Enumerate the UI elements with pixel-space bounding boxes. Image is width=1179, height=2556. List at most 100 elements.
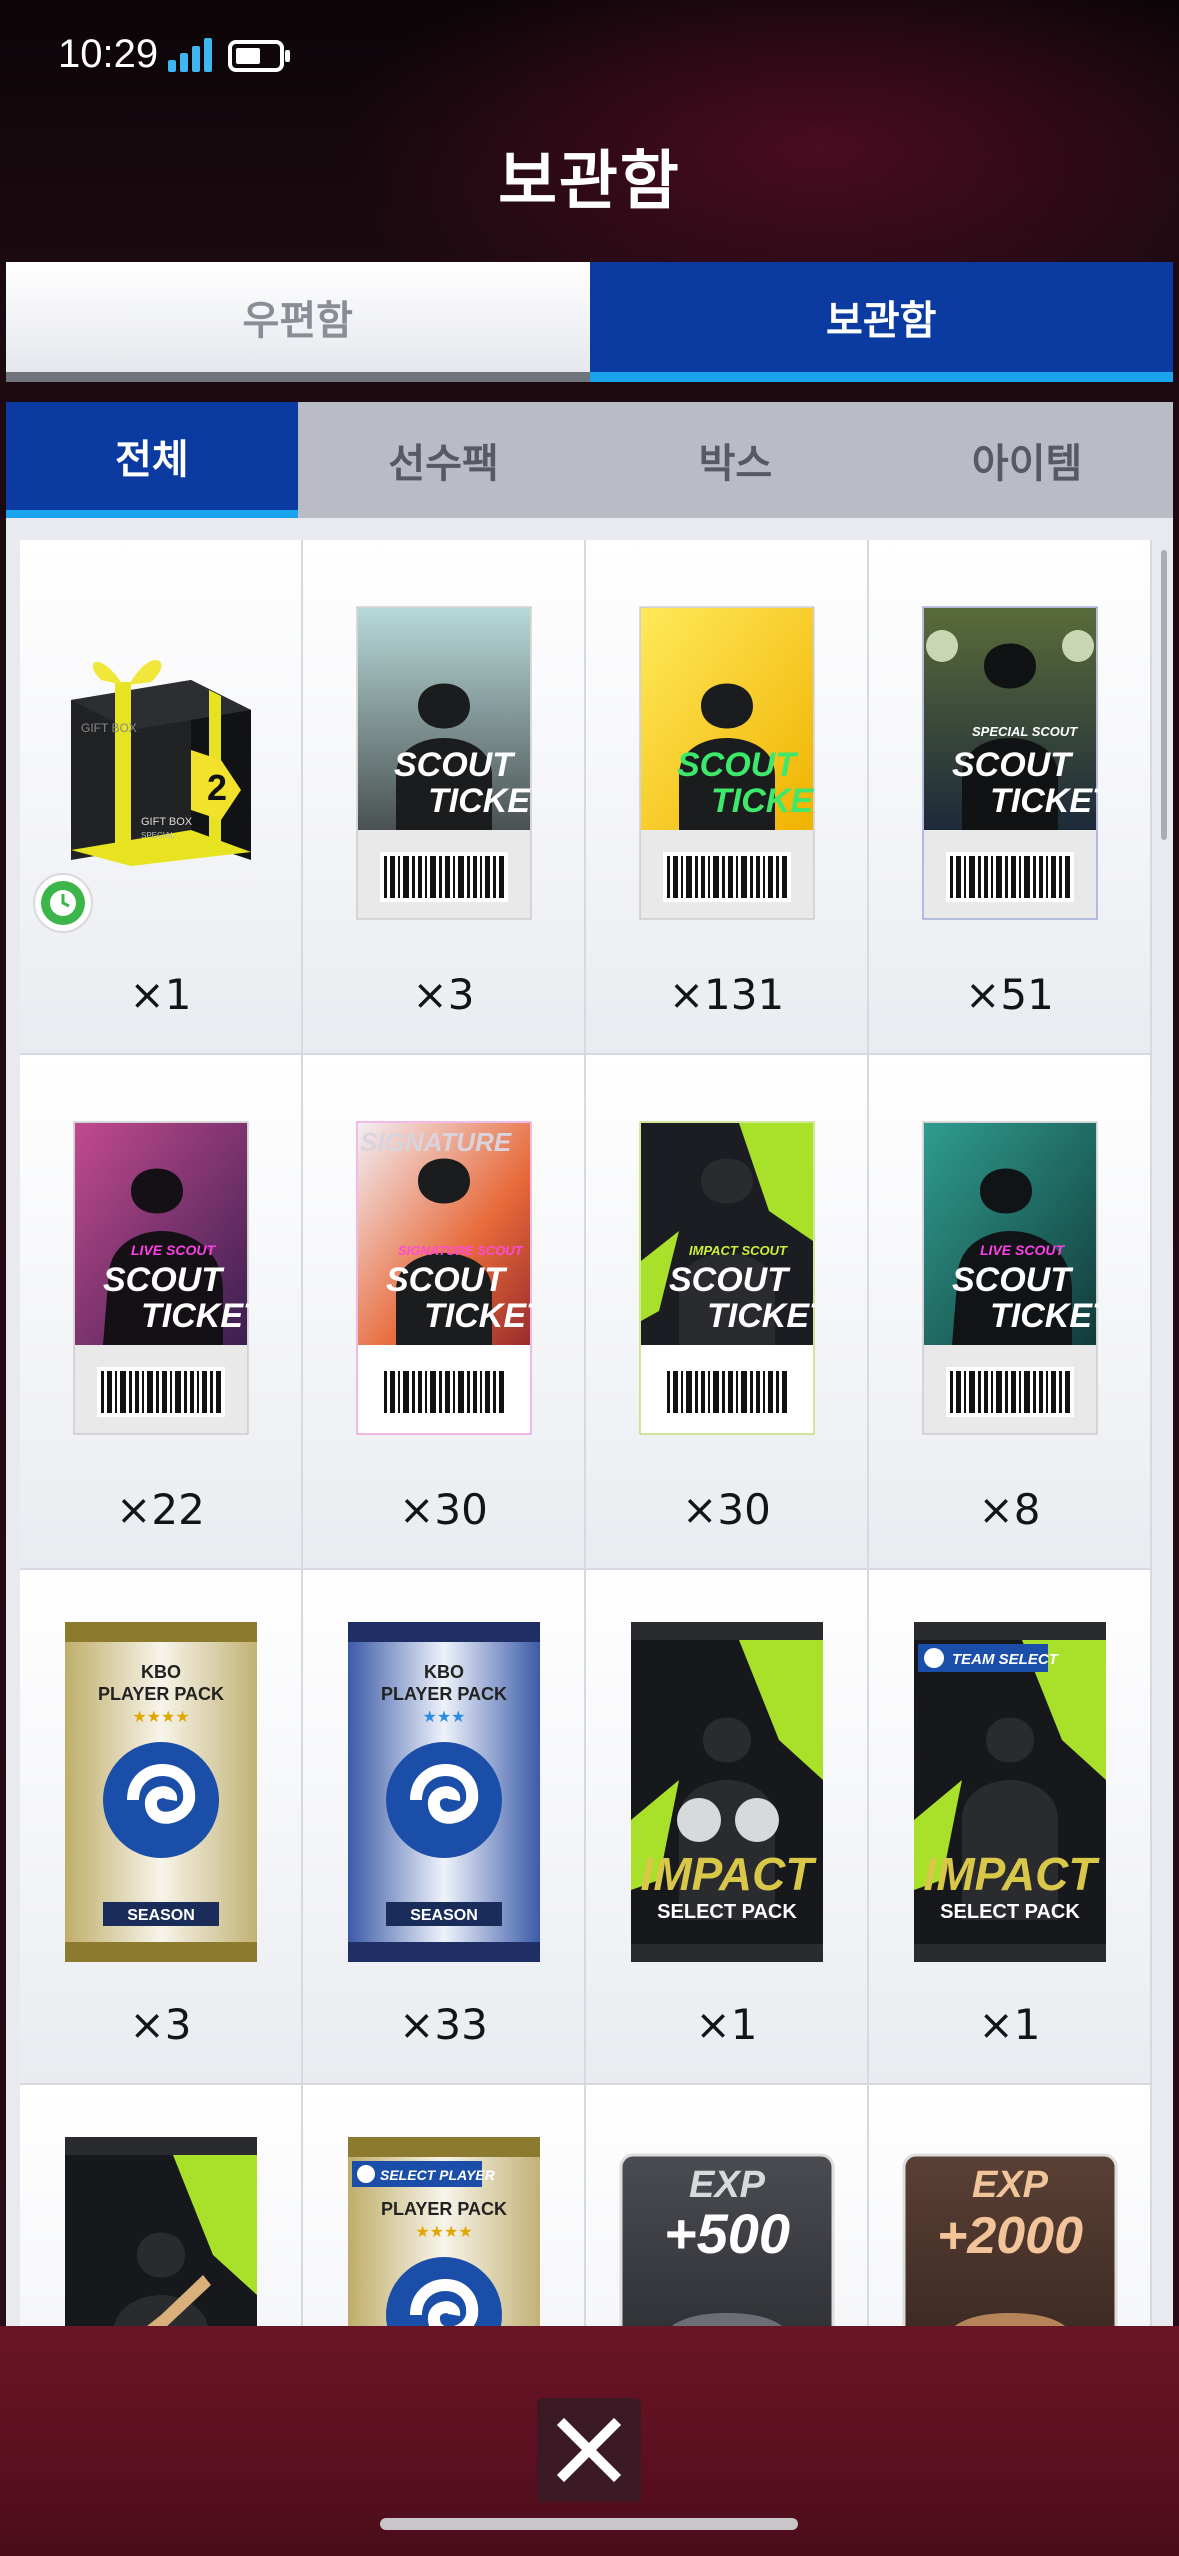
sub-tab-box[interactable]: 박스 — [590, 402, 882, 518]
svg-text:+2000: +2000 — [936, 2207, 1082, 2265]
close-icon — [556, 2417, 622, 2483]
svg-text:EXP: EXP — [688, 2164, 765, 2206]
scout-ticket-image: LIVE SCOUT SCOUT TICKET — [922, 1121, 1098, 1435]
player-pack-image: SELECT PLAYER PLAYER PACK ★★★★ — [346, 2135, 542, 2326]
item-cell[interactable]: EXP +500 — [586, 2085, 867, 2326]
item-cell[interactable]: KBO PLAYER PACK ★★★★ SEASON ×3 — [20, 1570, 301, 2083]
item-quantity: ×1 — [129, 970, 192, 1019]
scout-ticket-image: SCOUT TICKET — [639, 606, 815, 920]
sub-tab-all[interactable]: 전체 — [6, 402, 298, 518]
impact-pack-image: IMPACT SELECT PACK — [629, 1620, 825, 1964]
svg-text:SIGNATURE SCOUT: SIGNATURE SCOUT — [398, 1243, 524, 1258]
player-pack-image: KBO PLAYER PACK ★★★★ SEASON — [63, 1620, 259, 1964]
svg-text:SCOUT: SCOUT — [103, 1261, 225, 1299]
signal-icon — [168, 38, 212, 72]
storage-panel: 전체 선수팩 박스 아이템 2 GIFT BOX GIFT BOX SPECIA… — [6, 402, 1173, 2326]
item-cell[interactable]: LIVE SCOUT SCOUT TICKET ×8 — [869, 1055, 1150, 1568]
player-pack-image: KBO PLAYER PACK ★★★ SEASON — [346, 1620, 542, 1964]
sub-tabs: 전체 선수팩 박스 아이템 — [6, 402, 1173, 518]
svg-text:PLAYER PACK: PLAYER PACK — [380, 2199, 506, 2219]
svg-text:SEASON: SEASON — [127, 1907, 195, 1924]
svg-text:LIVE SCOUT: LIVE SCOUT — [131, 1242, 216, 1258]
svg-text:SPECIAL SCOUT: SPECIAL SCOUT — [972, 724, 1078, 739]
svg-text:SCOUT: SCOUT — [952, 1261, 1074, 1299]
exp-card-image: EXP +500 — [619, 2153, 835, 2326]
scout-ticket-image: IMPACT SCOUT SCOUT TICKET — [639, 1121, 815, 1435]
svg-text:SCOUT: SCOUT — [669, 1261, 791, 1299]
svg-text:TEAM SELECT: TEAM SELECT — [952, 1651, 1060, 1668]
scout-ticket-image: SPECIAL SCOUT SCOUT TICKET — [922, 606, 1098, 920]
tab-mailbox[interactable]: 우편함 — [6, 262, 590, 382]
svg-text:KBO: KBO — [141, 1662, 181, 1682]
svg-text:TICKET: TICKET — [141, 1297, 249, 1335]
item-cell[interactable]: SELECT PLAYER PLAYER PACK ★★★★ — [303, 2085, 584, 2326]
item-cell[interactable]: TEAM SELECT IMPACT SELECT PACK ×1 — [869, 1570, 1150, 2083]
svg-text:TICKET: TICKET — [424, 1297, 532, 1335]
svg-text:TICKET: TICKET — [707, 1297, 815, 1335]
status-bar: 10:29 — [0, 0, 1179, 110]
item-cell[interactable]: IMPACT SELECT PACK ×1 — [586, 1570, 867, 2083]
impact-pack-image: TEAM SELECT IMPACT SELECT PACK — [912, 1620, 1108, 1964]
svg-text:LIVE SCOUT: LIVE SCOUT — [980, 1242, 1065, 1258]
svg-text:KBO: KBO — [424, 1662, 464, 1682]
svg-text:SELECT PLAYER: SELECT PLAYER — [380, 2167, 496, 2183]
item-quantity: ×33 — [399, 2000, 488, 2049]
item-grid: 2 GIFT BOX GIFT BOX SPECIAL ×1 SCOUT TIC… — [20, 540, 1152, 2326]
svg-text:SPECIAL: SPECIAL — [141, 831, 175, 840]
svg-text:GIFT BOX: GIFT BOX — [81, 721, 137, 735]
svg-text:SCOUT: SCOUT — [952, 746, 1074, 784]
svg-text:SELECT PACK: SELECT PACK — [657, 1901, 797, 1923]
item-cell[interactable]: SCOUT TICKET ×131 — [586, 540, 867, 1053]
svg-text:SEASON: SEASON — [410, 1907, 478, 1924]
item-quantity: ×30 — [399, 1485, 488, 1534]
item-quantity: ×1 — [978, 2000, 1041, 2049]
item-cell[interactable]: 2 GIFT BOX GIFT BOX SPECIAL ×1 — [20, 540, 301, 1053]
svg-text:SCOUT: SCOUT — [677, 746, 799, 784]
svg-text:PLAYER PACK: PLAYER PACK — [97, 1684, 223, 1704]
svg-text:SELECT PACK: SELECT PACK — [940, 1901, 1080, 1923]
item-quantity: ×8 — [978, 1485, 1041, 1534]
svg-text:SIGNATURE: SIGNATURE — [360, 1127, 512, 1157]
sub-tab-player-pack[interactable]: 선수팩 — [298, 402, 590, 518]
svg-text:★★★★: ★★★★ — [415, 2222, 472, 2241]
item-quantity: ×22 — [116, 1485, 205, 1534]
page-title: 보관함 — [498, 145, 681, 219]
svg-text:TICKET: TICKET — [990, 782, 1098, 820]
svg-text:GIFT BOX: GIFT BOX — [141, 816, 193, 828]
tab-storage[interactable]: 보관함 — [589, 262, 1173, 382]
scrollbar[interactable] — [1161, 550, 1167, 840]
item-cell[interactable]: IMPACT SCOUT SCOUT TICKET ×30 — [586, 1055, 867, 1568]
gift-tag-number: 2 — [207, 767, 227, 808]
item-quantity: ×51 — [965, 970, 1054, 1019]
sub-tab-item[interactable]: 아이템 — [881, 402, 1173, 518]
item-cell[interactable]: SIGNATURE SIGNATURE SCOUT SCOUT TICKET ×… — [303, 1055, 584, 1568]
item-cell[interactable]: SCOUT TICKET ×3 — [303, 540, 584, 1053]
close-button[interactable] — [537, 2398, 641, 2502]
svg-text:SCOUT: SCOUT — [386, 1261, 508, 1299]
item-cell[interactable]: LIVE SCOUT SCOUT TICKET ×22 — [20, 1055, 301, 1568]
svg-text:TICKET: TICKET — [711, 782, 815, 820]
clock-icon — [33, 873, 93, 933]
scout-ticket-image: LIVE SCOUT SCOUT TICKET — [73, 1121, 249, 1435]
svg-text:EXP: EXP — [971, 2164, 1048, 2206]
item-cell[interactable] — [20, 2085, 301, 2326]
item-quantity: ×3 — [412, 970, 475, 1019]
svg-text:IMPACT: IMPACT — [923, 1848, 1100, 1900]
item-cell[interactable]: SPECIAL SCOUT SCOUT TICKET ×51 — [869, 540, 1150, 1053]
svg-text:+500: +500 — [663, 2202, 789, 2265]
exp-card-image: EXP +2000 — [902, 2153, 1118, 2326]
svg-text:IMPACT SCOUT: IMPACT SCOUT — [689, 1243, 788, 1258]
status-time: 10:29 — [58, 32, 159, 76]
impact-pack-image — [63, 2135, 259, 2326]
item-quantity: ×30 — [682, 1485, 771, 1534]
main-tabs: 우편함 보관함 — [6, 262, 1173, 382]
svg-text:TICKET: TICKET — [990, 1297, 1098, 1335]
svg-text:★★★★: ★★★★ — [132, 1707, 189, 1726]
battery-icon — [228, 40, 290, 72]
home-indicator[interactable] — [380, 2518, 798, 2530]
gift-box-image: 2 GIFT BOX GIFT BOX SPECIAL — [41, 640, 281, 870]
svg-text:★★★: ★★★ — [422, 1707, 465, 1726]
svg-text:IMPACT: IMPACT — [640, 1848, 817, 1900]
item-cell[interactable]: EXP +2000 — [869, 2085, 1150, 2326]
item-cell[interactable]: KBO PLAYER PACK ★★★ SEASON ×33 — [303, 1570, 584, 2083]
